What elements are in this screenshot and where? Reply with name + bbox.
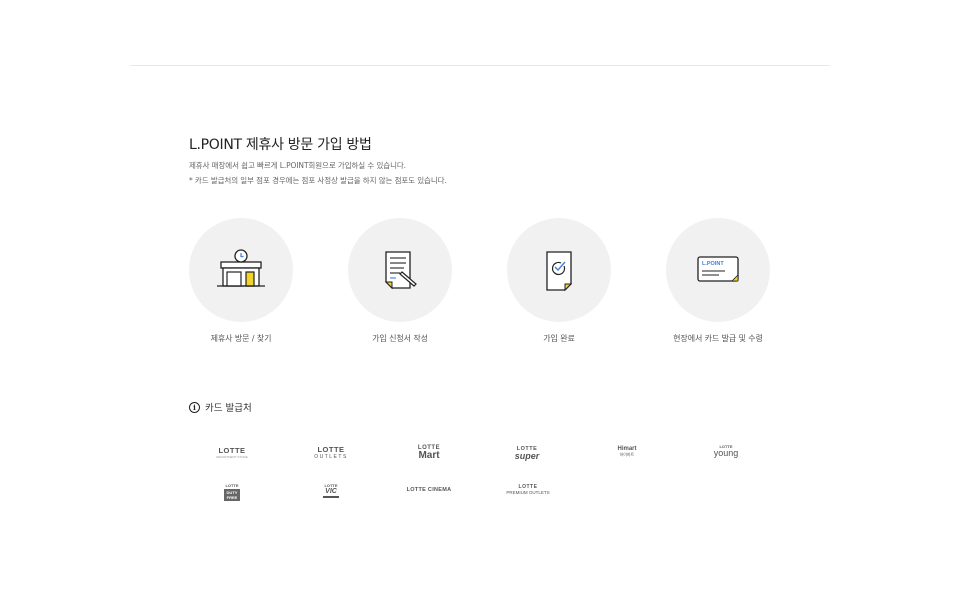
form-pen-icon bbox=[384, 251, 417, 290]
issuers-heading: i 카드 발급처 bbox=[189, 400, 252, 414]
logo-lotte-duty-free[interactable]: LOTTE DUTY FREE bbox=[217, 483, 247, 501]
step-circle: L.POINT bbox=[666, 218, 770, 322]
card-brand-text: L.POINT bbox=[702, 261, 724, 267]
logo-lotte-cinema[interactable]: LOTTE CINEMA bbox=[399, 487, 459, 493]
step-write-form: 가입 신청서 작성 bbox=[320, 218, 480, 344]
page-title: L.POINT 제휴사 방문 가입 방법 bbox=[189, 137, 372, 153]
lpoint-card-icon: L.POINT bbox=[697, 256, 739, 282]
description-line-2: * 카드 발급처의 일부 점포 경우에는 점포 사정상 발급을 하지 않는 점포… bbox=[189, 176, 447, 185]
step-label: 가입 신청서 작성 bbox=[372, 334, 428, 343]
issuers-title: 카드 발급처 bbox=[205, 403, 252, 414]
step-complete: 가입 완료 bbox=[479, 218, 639, 344]
logo-lotte-mart[interactable]: LOTTE Mart bbox=[399, 445, 459, 461]
store-icon bbox=[217, 249, 265, 287]
step-circle bbox=[507, 218, 611, 322]
info-icon: i bbox=[189, 401, 200, 413]
logo-lotte-young-plaza[interactable]: LOTTE young bbox=[696, 444, 756, 458]
step-circle bbox=[189, 218, 293, 322]
logo-lotte-premium-outlets[interactable]: LOTTE PREMIUM OUTLETS bbox=[497, 484, 559, 495]
step-circle bbox=[348, 218, 452, 322]
step-card-issue: L.POINT 현장에서 카드 발급 및 수령 bbox=[638, 218, 798, 344]
top-divider bbox=[130, 65, 830, 66]
step-label: 가입 완료 bbox=[543, 334, 575, 343]
logo-lotte-department-store[interactable]: LOTTE DEPARTMENT STORE bbox=[202, 446, 262, 459]
description-line-1: 제휴사 매장에서 쉽고 빠르게 L.POINT회원으로 가입하실 수 있습니다. bbox=[189, 161, 406, 170]
step-label: 현장에서 카드 발급 및 수령 bbox=[673, 334, 763, 343]
check-document-icon bbox=[546, 251, 573, 292]
step-visit-store: 제휴사 방문 / 찾기 bbox=[161, 218, 321, 344]
logo-lotte-vic-market[interactable]: LOTTE VIC bbox=[316, 483, 346, 498]
logo-lotte-super[interactable]: LOTTE super bbox=[497, 446, 557, 461]
step-label: 제휴사 방문 / 찾기 bbox=[210, 334, 272, 343]
logo-lotte-outlets[interactable]: LOTTE OUTLETS bbox=[301, 445, 361, 460]
logo-himart[interactable]: Himart 하이마트 bbox=[597, 446, 657, 458]
